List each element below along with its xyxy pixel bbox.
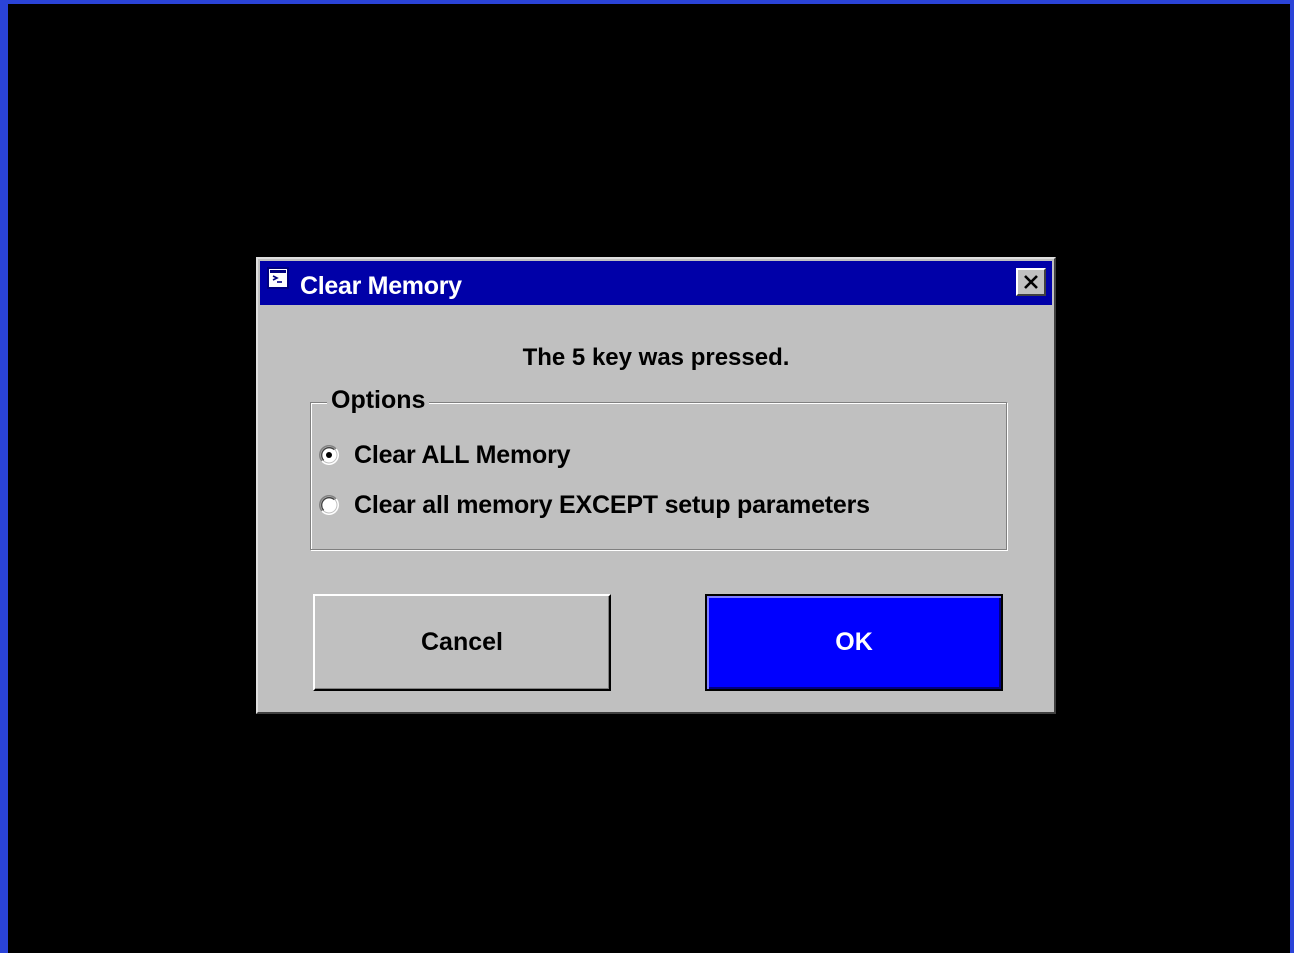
screen-background: Clear Memory The 5 key was pressed. Opti… bbox=[0, 0, 1294, 953]
option-label: Clear all memory EXCEPT setup parameters bbox=[354, 491, 870, 519]
ok-button[interactable]: OK bbox=[705, 594, 1003, 691]
app-window-icon[interactable] bbox=[267, 267, 289, 289]
close-icon bbox=[1024, 275, 1038, 289]
title-bar[interactable]: Clear Memory bbox=[260, 261, 1052, 305]
clear-memory-dialog: Clear Memory The 5 key was pressed. Opti… bbox=[256, 257, 1056, 714]
dialog-title: Clear Memory bbox=[300, 272, 462, 300]
radio-selected-icon[interactable] bbox=[319, 445, 339, 465]
options-legend: Options bbox=[327, 384, 430, 416]
radio-unselected-icon[interactable] bbox=[319, 495, 339, 515]
option-clear-except-setup[interactable]: Clear all memory EXCEPT setup parameters bbox=[319, 489, 870, 521]
options-groupbox: Options Clear ALL Memory Clear all memor… bbox=[310, 384, 1007, 550]
cancel-button[interactable]: Cancel bbox=[313, 594, 611, 691]
dialog-message: The 5 key was pressed. bbox=[522, 344, 790, 371]
option-label: Clear ALL Memory bbox=[354, 441, 571, 469]
close-button[interactable] bbox=[1016, 268, 1046, 296]
option-clear-all-memory[interactable]: Clear ALL Memory bbox=[319, 439, 571, 471]
